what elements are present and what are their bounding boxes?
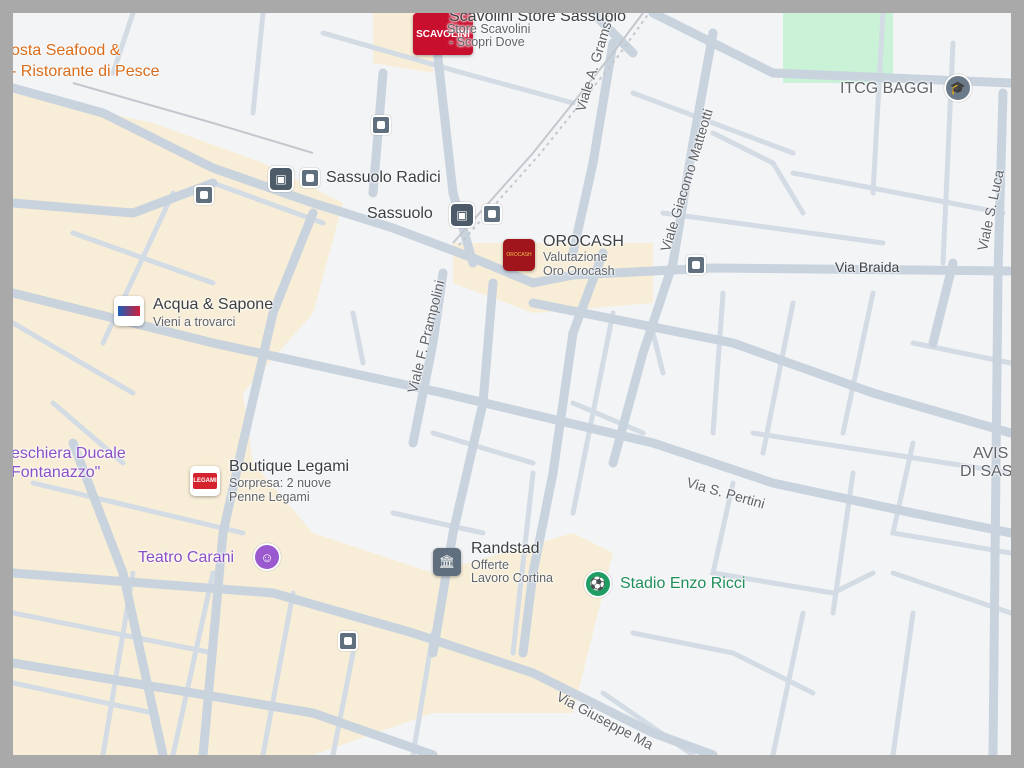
acqua-sapone-logo-icon [118,306,140,316]
poi-title-teatro-carani[interactable]: Teatro Carani [138,549,234,567]
poi-title-randstad[interactable]: Randstad [471,540,540,558]
randstad-building-icon[interactable]: 🏛 [433,548,461,576]
legami-logo-icon: LEGAMI [193,473,217,489]
poi-sub-legami-2: Penne Legami [229,490,310,504]
station-label-sassuolo[interactable]: Sassuolo [367,205,433,223]
graduation-cap-icon[interactable]: 🎓 [944,74,972,102]
poi-seafood-line2[interactable]: - Ristorante di Pesce [13,63,160,81]
poi-sub-acqua-sapone: Vieni a trovarci [153,315,236,329]
poi-sub-legami-1: Sorpresa: 2 nuove [229,476,332,490]
poi-sub-randstad-2: Lavoro Cortina [471,571,553,585]
acqua-sapone-logo-pin[interactable] [114,296,144,326]
theater-masks-icon[interactable]: ☺ [253,543,281,571]
train-station-icon[interactable]: ▣ [449,202,475,228]
bus-stop-icon[interactable] [338,631,358,651]
street-label-via-braida: Via Braida [835,259,900,275]
orocash-logo-pin[interactable]: OROCASH [503,239,535,271]
poi-peschiera-line2[interactable]: Fontanazzo" [13,464,100,482]
poi-sub-orocash-1: Valutazione [543,250,608,264]
stadium-icon[interactable]: ⚽ [584,570,612,598]
legami-logo-text: LEGAMI [193,478,217,484]
bus-stop-icon[interactable] [371,115,391,135]
bank-glyph-icon: 🏛 [438,554,456,569]
legami-logo-pin[interactable]: LEGAMI [190,466,220,496]
poi-sub-scavolini-2: - Scopri Dove [449,35,525,49]
poi-title-orocash[interactable]: OROCASH [543,233,624,251]
poi-avis-line2[interactable]: DI SAS [960,463,1011,481]
poi-title-itcg-baggi[interactable]: ITCG BAGGI [840,80,933,98]
station-label-sassuolo-radici[interactable]: Sassuolo Radici [326,169,441,187]
poi-title-acqua-sapone[interactable]: Acqua & Sapone [153,296,273,314]
train-station-icon[interactable]: ▣ [268,166,294,192]
poi-avis-line1[interactable]: AVIS [973,445,1008,463]
bus-stop-icon[interactable] [194,185,214,205]
bus-stop-icon[interactable] [686,255,706,275]
map-base-layer [13,13,1011,755]
orocash-logo-text: OROCASH [506,252,532,258]
poi-title-stadio[interactable]: Stadio Enzo Ricci [620,575,745,593]
poi-sub-orocash-2: Oro Orocash [543,264,615,278]
poi-title-legami[interactable]: Boutique Legami [229,458,349,476]
bus-stop-icon[interactable] [482,204,502,224]
bus-stop-icon[interactable] [300,168,320,188]
poi-seafood-line1[interactable]: osta Seafood & [13,42,120,60]
map-canvas[interactable]: Via Braida Viale A. Gramsci Viale Giacom… [13,13,1011,755]
poi-peschiera-line1[interactable]: eschiera Ducale [13,445,126,463]
